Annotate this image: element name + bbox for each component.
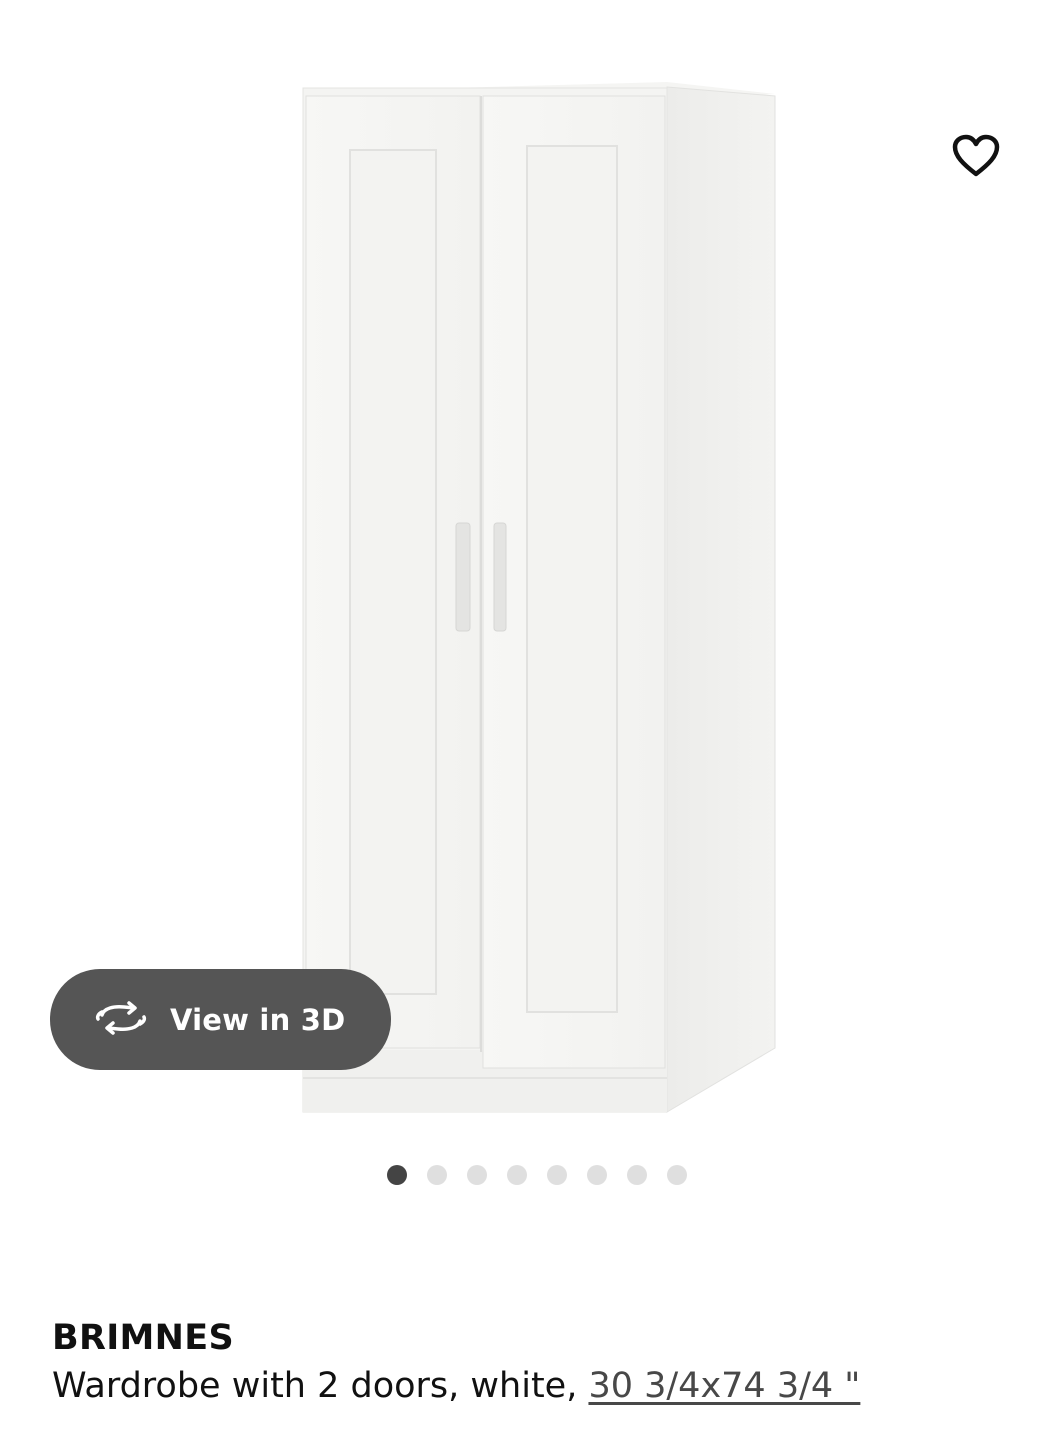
rotate-3d-icon: [94, 1000, 148, 1039]
view-in-3d-button[interactable]: View in 3D: [50, 969, 391, 1070]
carousel-dot-8[interactable]: [667, 1165, 687, 1185]
carousel-dot-2[interactable]: [427, 1165, 447, 1185]
carousel-dot-5[interactable]: [547, 1165, 567, 1185]
product-description-text: Wardrobe with 2 doors, white,: [52, 1366, 589, 1406]
view-in-3d-label: View in 3D: [170, 1002, 346, 1037]
product-name: BRIMNES: [52, 1318, 234, 1358]
carousel-dot-3[interactable]: [467, 1165, 487, 1185]
product-size-link[interactable]: 30 3/4x74 3/4 ": [588, 1366, 860, 1406]
product-description: Wardrobe with 2 doors, white, 30 3/4x74 …: [52, 1366, 860, 1406]
carousel-dot-7[interactable]: [627, 1165, 647, 1185]
heart-outline-icon: [951, 134, 1001, 182]
favorite-button[interactable]: [944, 128, 1008, 188]
carousel-dot-6[interactable]: [587, 1165, 607, 1185]
image-carousel-pagination: [387, 1164, 707, 1186]
carousel-dot-4[interactable]: [507, 1165, 527, 1185]
carousel-dot-1[interactable]: [387, 1165, 407, 1185]
